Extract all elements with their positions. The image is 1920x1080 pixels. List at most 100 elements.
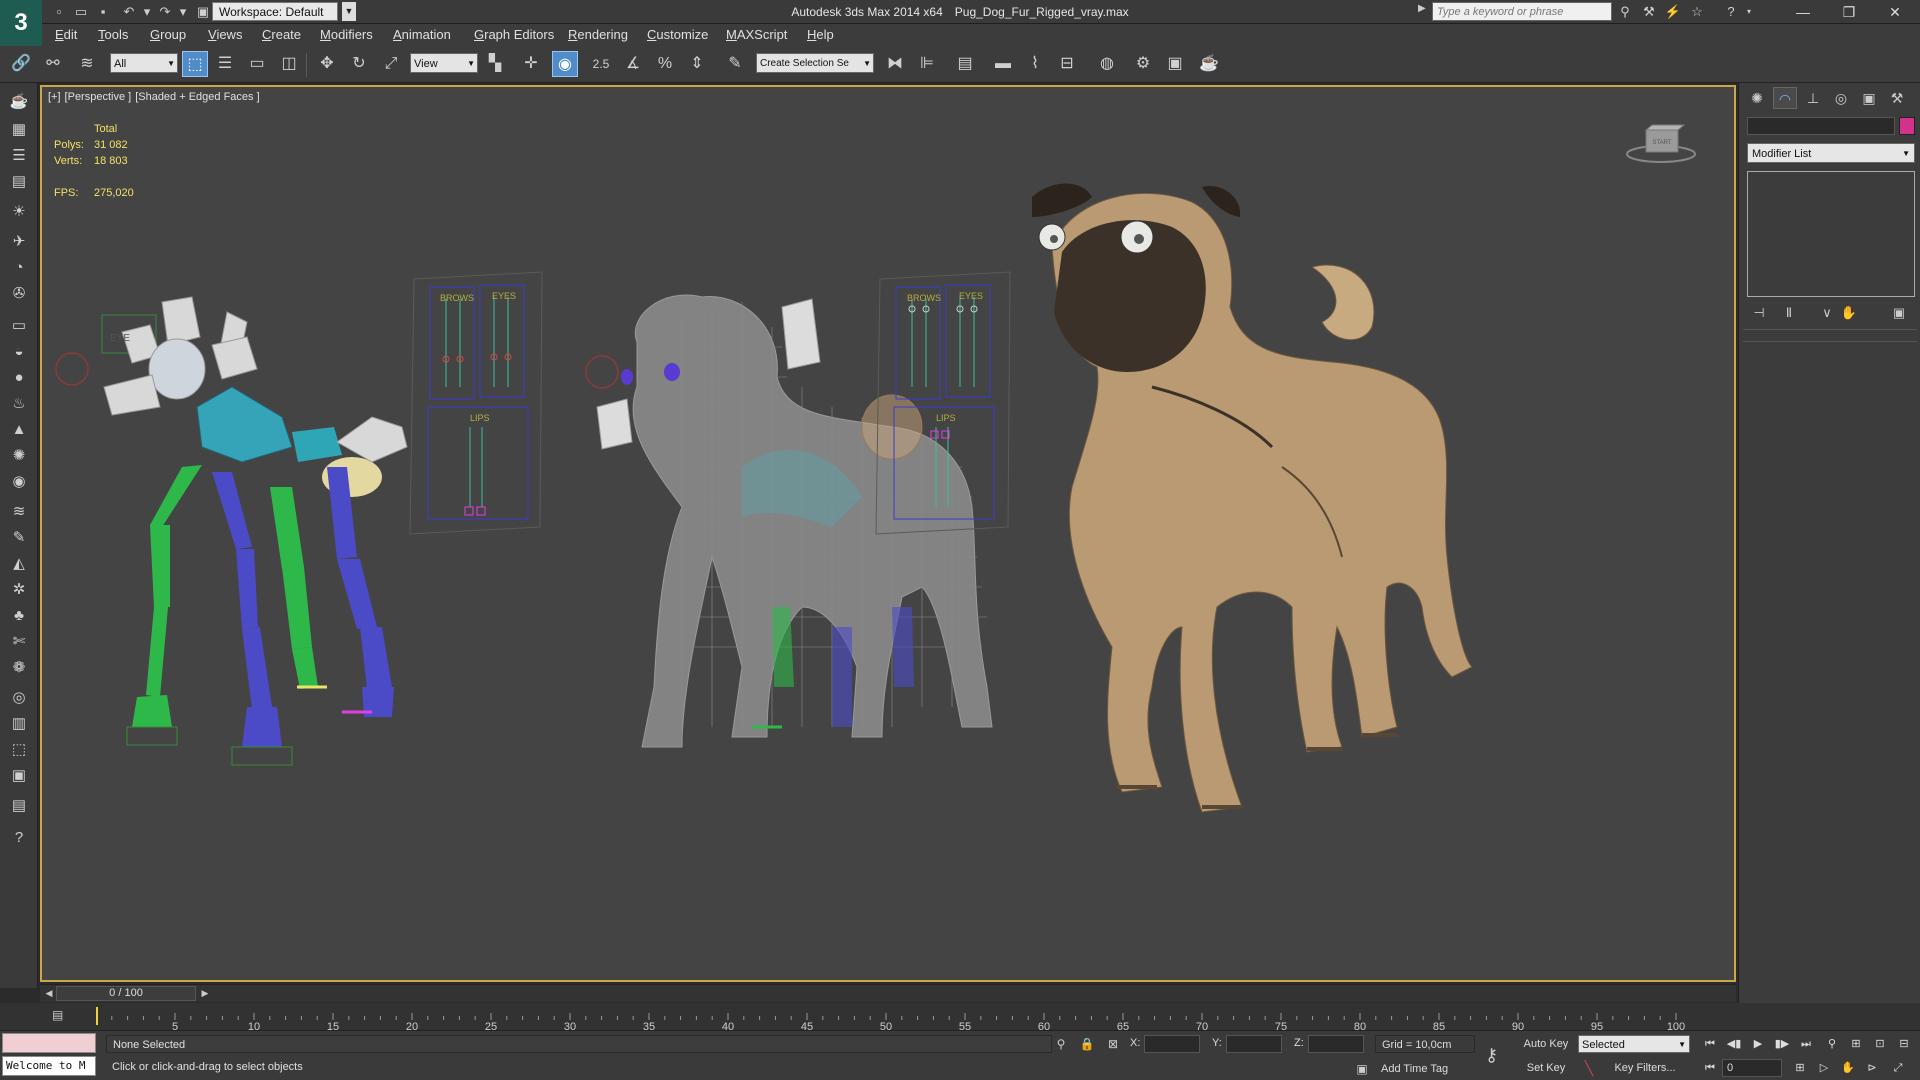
render-setup-icon[interactable]: ⚙	[1130, 51, 1156, 77]
pin-stack-icon[interactable]: ⊣	[1749, 303, 1769, 323]
go-to-end-icon[interactable]: ⏭	[1796, 1035, 1816, 1053]
undo-dropdown-icon[interactable]: ▾	[138, 3, 156, 21]
dome-primitive-icon[interactable]: ◒	[8, 341, 30, 363]
named-selection-select[interactable]: Create Selection Se ▼	[756, 53, 874, 73]
paint-icon[interactable]: ✎	[8, 527, 30, 549]
restore-button[interactable]: ❐	[1826, 0, 1872, 24]
sphere-blue-icon[interactable]: ◎	[8, 687, 30, 709]
modifier-stack[interactable]	[1747, 171, 1915, 297]
globe-icon[interactable]: ✲	[8, 579, 30, 601]
binoculars-icon[interactable]: ⚲	[1616, 3, 1634, 21]
maxscript-listener-input[interactable]	[2, 1033, 96, 1053]
make-unique-icon[interactable]: ∨	[1817, 303, 1837, 323]
zoom-icon[interactable]: ⚲	[1822, 1035, 1842, 1053]
set-key-button[interactable]: Set Key	[1521, 1059, 1571, 1077]
schematic-view-icon[interactable]: ⊟	[1054, 51, 1080, 77]
time-slider-prev-icon[interactable]: ◀	[42, 986, 56, 1001]
film-icon[interactable]: ✇	[8, 283, 30, 305]
modifier-list-select[interactable]: Modifier List ▼	[1747, 143, 1915, 163]
select-and-move-icon[interactable]: ✥	[314, 51, 340, 77]
remove-modifier-icon[interactable]: ✋	[1839, 303, 1859, 323]
menu-group[interactable]: Group	[150, 24, 186, 45]
open-file-icon[interactable]: ▭	[72, 3, 90, 21]
menu-create[interactable]: Create	[262, 24, 301, 45]
object-color-swatch[interactable]	[1899, 117, 1915, 135]
script-icon[interactable]: ▥	[8, 713, 30, 735]
teapot-primitive-icon[interactable]: ♨	[8, 393, 30, 415]
selection-lock-icon[interactable]: 🔒	[1078, 1035, 1096, 1053]
zoom-all-icon[interactable]: ⊞	[1846, 1035, 1866, 1053]
time-slider[interactable]: ◀ 0 / 100 ▶	[40, 984, 1736, 1002]
angle-snap-icon[interactable]: ∡	[620, 51, 646, 77]
maxscript-listener-output[interactable]: Welcome to M	[2, 1056, 96, 1076]
monitor-icon[interactable]: ▣	[8, 765, 30, 787]
absolute-transform-icon[interactable]: ⊠	[1104, 1035, 1122, 1053]
viewport-label[interactable]: [+] [Perspective ] [Shaded + Edged Faces ]	[48, 91, 264, 103]
shape-icon[interactable]: ◭	[8, 553, 30, 575]
list-icon[interactable]: ☰	[8, 145, 30, 167]
keyboard-shortcut-override-icon[interactable]: ◉	[552, 51, 578, 77]
window-crossing-icon[interactable]: ◫	[276, 51, 302, 77]
snaps-toggle-icon[interactable]: 2.5	[588, 51, 614, 77]
plant-icon[interactable]: ♣	[8, 605, 30, 627]
save-file-icon[interactable]: ▪	[94, 3, 112, 21]
viewport-shading-label[interactable]: [Shaded + Edged Faces ]	[135, 91, 259, 103]
hf-fur-icon[interactable]: ✄	[8, 631, 30, 653]
z-coord-field[interactable]	[1308, 1035, 1364, 1053]
configure-modifier-sets-icon[interactable]: ▣	[1889, 303, 1909, 323]
key-filters-button[interactable]: Key Filters...	[1600, 1059, 1690, 1077]
motion-tab-icon[interactable]: ◎	[1829, 87, 1853, 109]
key-mode-toggle-icon[interactable]: ╲	[1580, 1059, 1598, 1077]
current-frame-marker[interactable]	[96, 1007, 98, 1025]
menu-customize[interactable]: Customize	[647, 24, 708, 45]
project-folder-icon[interactable]: ▣	[194, 3, 212, 21]
key-mode-toggle-icon-2[interactable]: ⏮	[1700, 1059, 1720, 1077]
favorites-star-icon[interactable]: ☆	[1688, 3, 1706, 21]
play-icon[interactable]: ▶	[1748, 1035, 1768, 1053]
subscription-icon[interactable]: ⚒	[1640, 3, 1658, 21]
add-time-tag-button[interactable]: Add Time Tag	[1375, 1060, 1475, 1078]
zoom-extents-all-icon[interactable]: ⊟	[1894, 1035, 1914, 1053]
search-input[interactable]: Type a keyword or phrase	[1432, 2, 1612, 21]
auto-key-button[interactable]: Auto Key	[1521, 1035, 1571, 1053]
sphere-primitive-icon[interactable]: ●	[8, 367, 30, 389]
rendered-frame-window-icon[interactable]: ▣	[1162, 51, 1188, 77]
particle-icon[interactable]: ◔	[8, 257, 30, 279]
align-icon[interactable]: ⊫	[914, 51, 940, 77]
select-and-manipulate-icon[interactable]: ✛	[518, 51, 544, 77]
object-name-field[interactable]	[1747, 117, 1895, 135]
field-of-view-icon[interactable]: ⊳	[1862, 1059, 1882, 1077]
time-tag-icon[interactable]: ▣	[1353, 1060, 1371, 1078]
menu-tools[interactable]: Tools	[98, 24, 128, 45]
menu-views[interactable]: Views	[208, 24, 242, 45]
unlink-selection-icon[interactable]: ⚯	[40, 51, 66, 77]
selection-filter-select[interactable]: All ▼	[110, 53, 178, 73]
camera-icon[interactable]: ✈	[8, 231, 30, 253]
spinner-snap-icon[interactable]: ⇕	[684, 51, 710, 77]
menu-help[interactable]: Help	[807, 24, 834, 45]
previous-frame-icon[interactable]: ◀▮	[1724, 1035, 1744, 1053]
workspace-dropdown-icon[interactable]: ▼	[342, 2, 356, 21]
material-editor-icon[interactable]: ◍	[1094, 51, 1120, 77]
close-button[interactable]: ✕	[1872, 0, 1918, 24]
x-coord-field[interactable]	[1144, 1035, 1200, 1053]
minimize-button[interactable]: —	[1780, 0, 1826, 24]
pan-icon[interactable]: ✋	[1838, 1059, 1858, 1077]
bind-to-space-warp-icon[interactable]: ≋	[74, 51, 100, 77]
menu-modifiers[interactable]: Modifiers	[320, 24, 373, 45]
viewport-pov-label[interactable]: [Perspective ]	[65, 91, 132, 103]
mirror-icon[interactable]: ⧓	[882, 51, 908, 77]
modify-tab-icon[interactable]: ◠	[1773, 87, 1797, 109]
pivot-point-center-icon[interactable]: ▚	[482, 51, 508, 77]
select-by-name-icon[interactable]: ☰	[212, 51, 238, 77]
track-bar[interactable]: ▤ 5 10 15 20 25 30 35 40 45 50 55 60 65 70 75 80 85 90 95 1…	[0, 1003, 1920, 1031]
help-icon[interactable]: ?	[1722, 3, 1740, 21]
box-primitive-icon[interactable]: ▭	[8, 315, 30, 337]
utilities-tab-icon[interactable]: ⚒	[1885, 87, 1909, 109]
light-bulb-icon[interactable]: ☀	[8, 201, 30, 223]
dotted-box-icon[interactable]: ⬚	[8, 739, 30, 761]
sun-light-icon[interactable]: ✺	[8, 445, 30, 467]
render-icon[interactable]: ▦	[8, 119, 30, 141]
disc-primitive-icon[interactable]: ◉	[8, 471, 30, 493]
isolate-selection-icon[interactable]: ⚲	[1052, 1035, 1070, 1053]
